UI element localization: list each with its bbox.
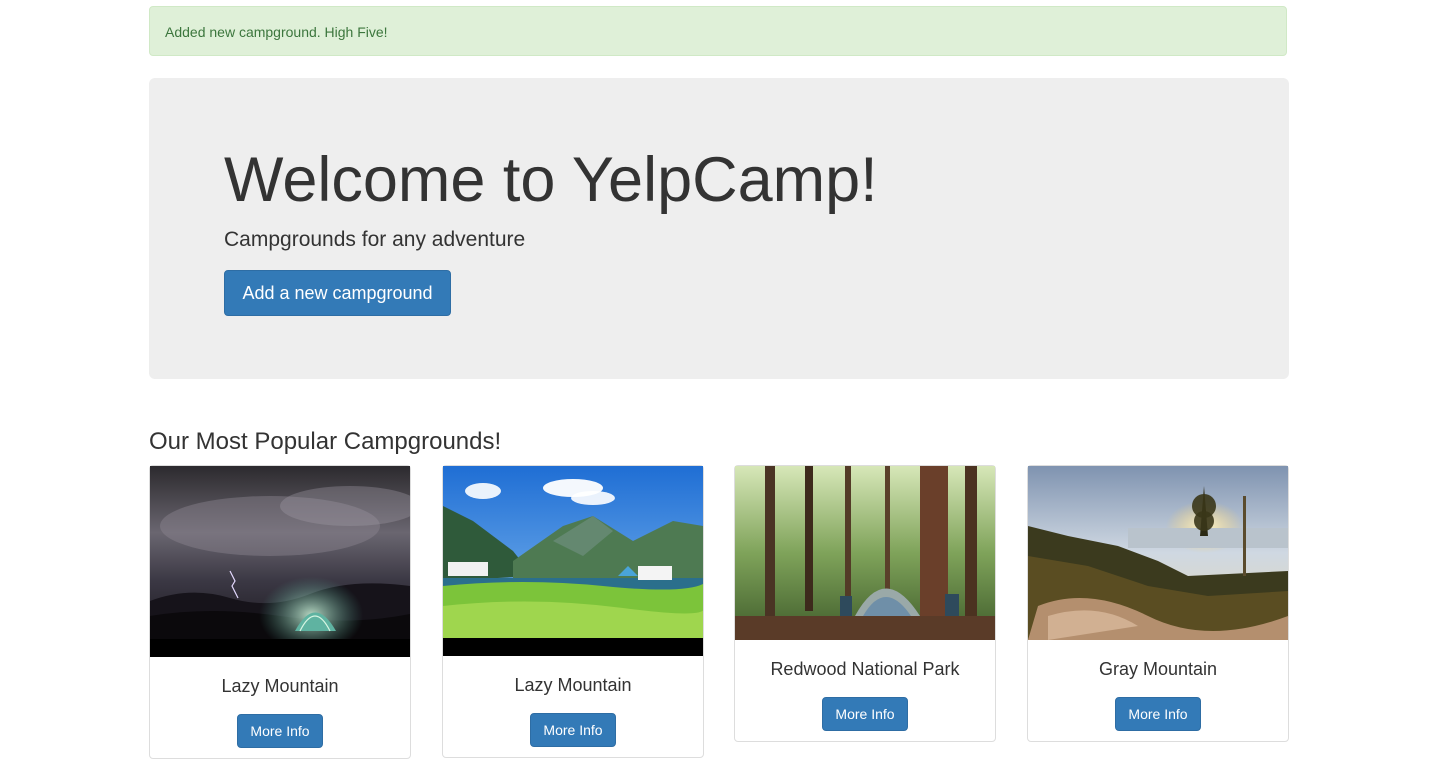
more-info-button[interactable]: More Info (1115, 697, 1201, 731)
campground-name: Lazy Mountain (221, 676, 339, 696)
section-title: Our Most Popular Campgrounds! (149, 428, 502, 455)
alert-message: Added new campground. High Five! (165, 24, 388, 40)
campground-image (735, 466, 995, 640)
jumbotron: Welcome to YelpCamp! Campgrounds for any… (149, 78, 1289, 379)
campground-image (443, 466, 703, 656)
page-title: Welcome to YelpCamp! (224, 145, 878, 215)
more-info-button[interactable]: More Info (822, 697, 908, 731)
image-attribution (150, 639, 410, 657)
campground-card: Lazy Mountain More Info (442, 465, 704, 758)
image-attribution (443, 638, 703, 656)
campground-card: Lazy Mountain More Info (149, 465, 411, 759)
success-alert: Added new campground. High Five! (149, 6, 1287, 56)
add-campground-button[interactable]: Add a new campground (224, 270, 451, 316)
more-info-button[interactable]: More Info (237, 714, 323, 748)
campground-image (1028, 466, 1288, 640)
campground-card: Redwood National Park More Info (734, 465, 996, 742)
campground-name: Lazy Mountain (514, 675, 632, 695)
campground-name: Gray Mountain (1098, 659, 1218, 679)
campground-image (150, 466, 410, 657)
page-subtitle: Campgrounds for any adventure (224, 228, 526, 251)
campground-name: Redwood National Park (770, 659, 960, 679)
more-info-button[interactable]: More Info (530, 713, 616, 747)
campground-card: Gray Mountain More Info (1027, 465, 1289, 742)
